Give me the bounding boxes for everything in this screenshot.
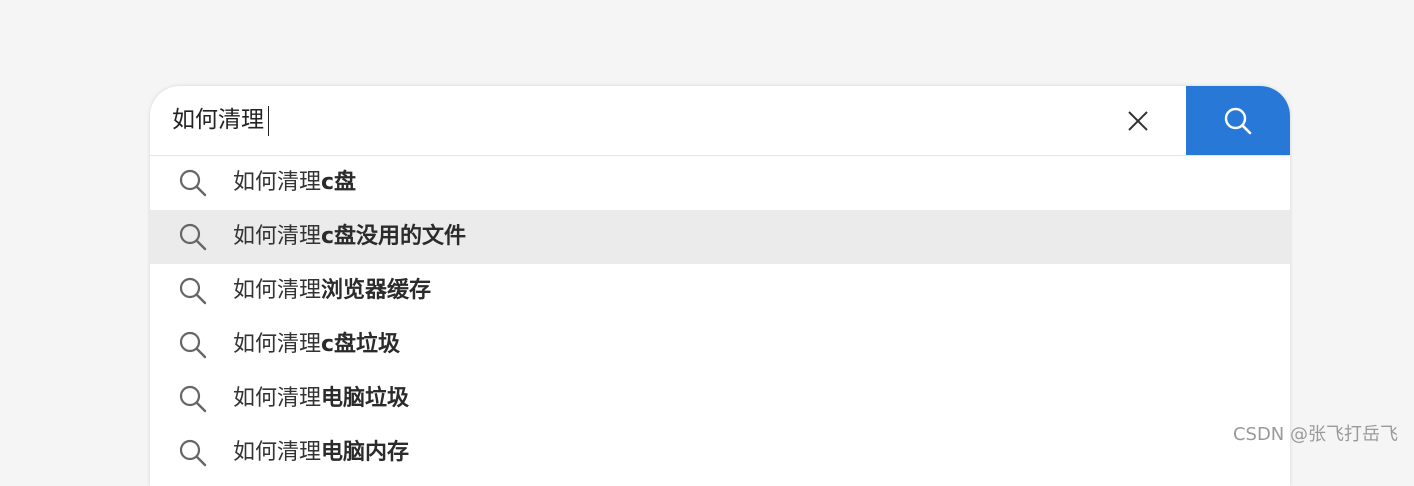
suggestion-prefix: 如何清理 [233, 332, 322, 357]
search-submit-button[interactable] [1186, 86, 1290, 155]
close-icon [1128, 111, 1148, 131]
suggestion-item[interactable]: 如何清理c盘 [150, 156, 1290, 210]
suggestion-item[interactable]: 如何清理c盘垃圾 [150, 318, 1290, 372]
suggestion-item[interactable]: 如何清理c盘没用的文件 [150, 210, 1290, 264]
suggestion-completion: c盘 [321, 170, 357, 195]
suggestion-completion: 电脑垃圾 [321, 386, 410, 411]
search-icon [178, 222, 208, 252]
suggestion-text: 如何清理电脑内存 [233, 426, 409, 480]
suggestion-completion: 浏览器缓存 [321, 278, 432, 303]
suggestion-prefix: 如何清理 [233, 440, 322, 465]
search-icon [178, 168, 208, 198]
search-icon [1224, 107, 1252, 134]
suggestion-list: 如何清理c盘 如何清理c盘没用的文件 如何清理浏览器缓存 如何清理c盘垃圾 如何… [150, 156, 1290, 480]
suggestion-completion: 电脑内存 [321, 440, 410, 465]
clear-button[interactable] [1120, 103, 1156, 139]
suggestion-text: 如何清理c盘垃圾 [233, 318, 400, 372]
suggestion-item[interactable]: 如何清理电脑垃圾 [150, 372, 1290, 426]
suggestion-item[interactable]: 如何清理浏览器缓存 [150, 264, 1290, 318]
suggestion-prefix: 如何清理 [233, 386, 322, 411]
search-icon [178, 276, 208, 306]
suggestion-item[interactable]: 如何清理电脑内存 [150, 426, 1290, 480]
suggestion-text: 如何清理c盘 [233, 156, 356, 210]
search-icon [178, 384, 208, 414]
search-icon [178, 330, 208, 360]
search-input-row [150, 86, 1290, 156]
suggestion-completion: c盘没用的文件 [321, 224, 467, 249]
search-input[interactable] [172, 86, 1052, 155]
suggestion-text: 如何清理浏览器缓存 [233, 264, 431, 318]
suggestion-prefix: 如何清理 [233, 224, 322, 249]
search-box: 如何清理c盘 如何清理c盘没用的文件 如何清理浏览器缓存 如何清理c盘垃圾 如何… [150, 86, 1290, 486]
watermark: CSDN @张飞打岳飞 [1232, 424, 1398, 445]
suggestion-text: 如何清理c盘没用的文件 [233, 210, 466, 264]
suggestion-prefix: 如何清理 [233, 278, 322, 303]
text-caret [268, 106, 269, 136]
suggestion-text: 如何清理电脑垃圾 [233, 372, 409, 426]
suggestion-prefix: 如何清理 [233, 170, 322, 195]
search-icon [178, 438, 208, 468]
suggestion-completion: c盘垃圾 [321, 332, 401, 357]
